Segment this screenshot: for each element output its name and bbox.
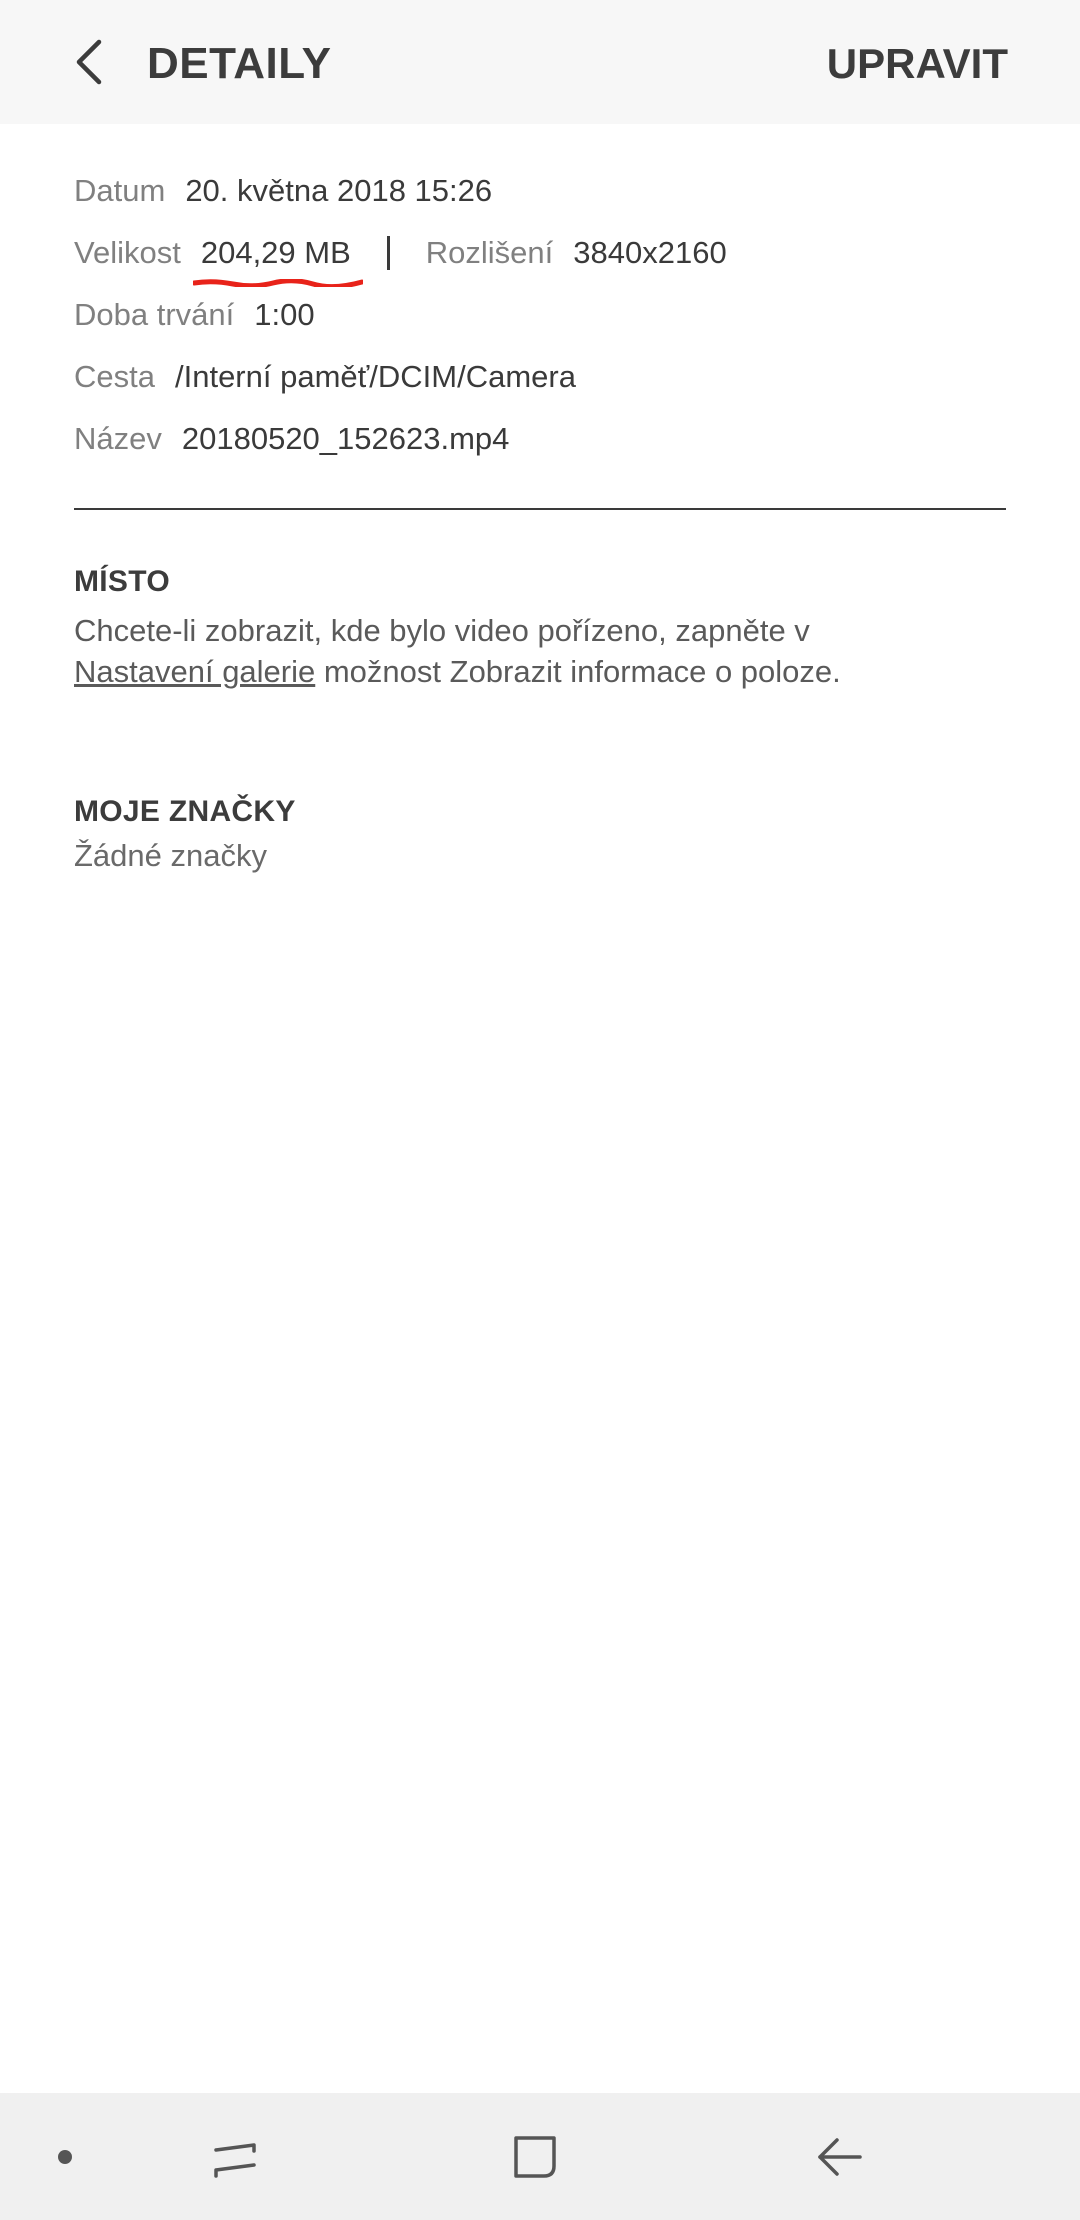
- detail-row-name: Název 20180520_152623.mp4: [74, 408, 1006, 470]
- app-header: DETAILY UPRAVIT: [0, 0, 1080, 124]
- tags-value: Žádné značky: [74, 838, 267, 873]
- path-label: Cesta: [74, 359, 155, 394]
- path-value: /Interní paměť/DCIM/Camera: [174, 359, 576, 394]
- location-text-before: Chcete-li zobrazit, kde bylo video poříz…: [74, 613, 810, 648]
- dot-icon: [58, 2149, 72, 2164]
- detail-row-duration: Doba trvání 1:00: [74, 284, 1006, 346]
- duration-label: Doba trvání: [74, 297, 235, 332]
- location-title: MÍSTO: [74, 565, 170, 598]
- back-arrow-icon: [818, 2137, 862, 2176]
- detail-row-date: Datum 20. května 2018 15:26: [74, 160, 1006, 222]
- separator: [386, 236, 390, 270]
- home-button[interactable]: [490, 2093, 580, 2220]
- divider: [74, 508, 1006, 510]
- nav-dot-button[interactable]: [40, 2093, 90, 2220]
- size-value-wrapper: 204,29 MB: [192, 235, 363, 287]
- location-text-after: možnost Zobrazit informace o poloze.: [315, 654, 841, 689]
- gallery-settings-link[interactable]: Nastavení galerie: [74, 654, 315, 689]
- home-icon: [514, 2135, 556, 2178]
- edit-button[interactable]: UPRAVIT: [827, 36, 1008, 92]
- page-title: DETAILY: [147, 39, 332, 88]
- location-description: Chcete-li zobrazit, kde bylo video poříz…: [74, 610, 1034, 692]
- red-underline-annotation: [192, 279, 363, 287]
- detail-row-path: Cesta /Interní paměť/DCIM/Camera: [74, 346, 1006, 408]
- date-label: Datum: [74, 173, 166, 208]
- back-nav-button[interactable]: [795, 2093, 885, 2220]
- system-nav-bar: [0, 2093, 1080, 2220]
- date-value: 20. května 2018 15:26: [185, 173, 493, 208]
- name-label: Název: [74, 421, 162, 456]
- duration-value: 1:00: [254, 297, 315, 332]
- tags-title: MOJE ZNAČKY: [74, 795, 296, 828]
- resolution-value: 3840x2160: [573, 235, 727, 270]
- recent-apps-icon: [214, 2142, 256, 2178]
- details-list: Datum 20. května 2018 15:26 Velikost 204…: [74, 160, 1006, 470]
- detail-row-size: Velikost 204,29 MB Rozlišení 3840x2160: [74, 222, 1006, 287]
- recent-apps-button[interactable]: [190, 2093, 280, 2220]
- size-value: 204,29 MB: [200, 235, 351, 270]
- size-label: Velikost: [74, 235, 181, 270]
- back-button[interactable]: [60, 32, 120, 92]
- chevron-left-icon: [76, 39, 102, 85]
- resolution-label: Rozlišení: [425, 235, 554, 270]
- name-value: 20180520_152623.mp4: [181, 421, 510, 456]
